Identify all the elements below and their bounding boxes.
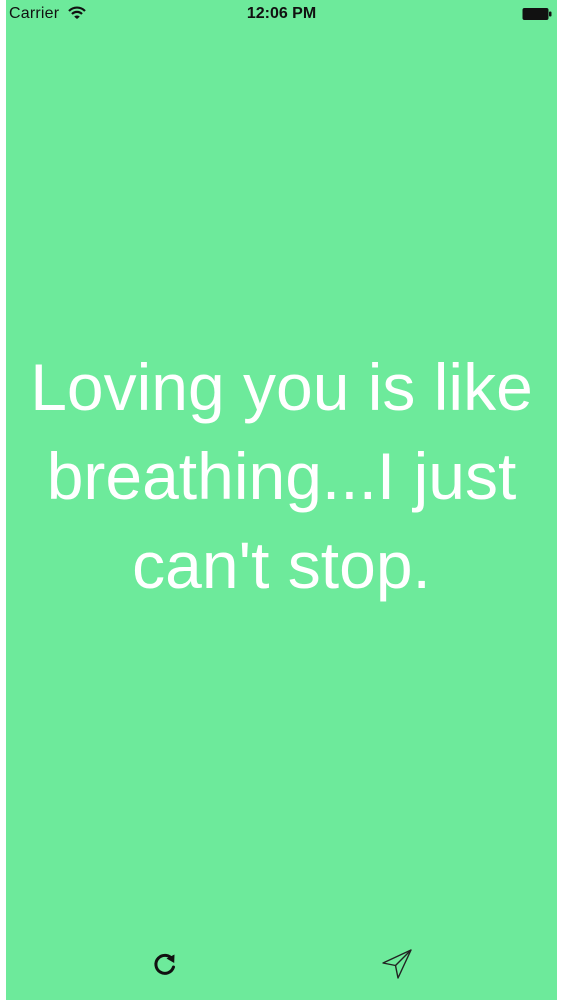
refresh-button[interactable]	[147, 948, 183, 984]
refresh-icon	[152, 951, 178, 982]
status-bar: Carrier 12:06 PM	[6, 0, 557, 30]
quote-screen: Carrier 12:06 PM Loving you is like brea…	[6, 0, 557, 1000]
quote-text: Loving you is like breathing...I just ca…	[30, 350, 533, 602]
send-icon	[380, 947, 414, 986]
status-time: 12:06 PM	[246, 5, 317, 22]
send-button[interactable]	[379, 948, 415, 984]
battery-icon	[522, 7, 552, 21]
